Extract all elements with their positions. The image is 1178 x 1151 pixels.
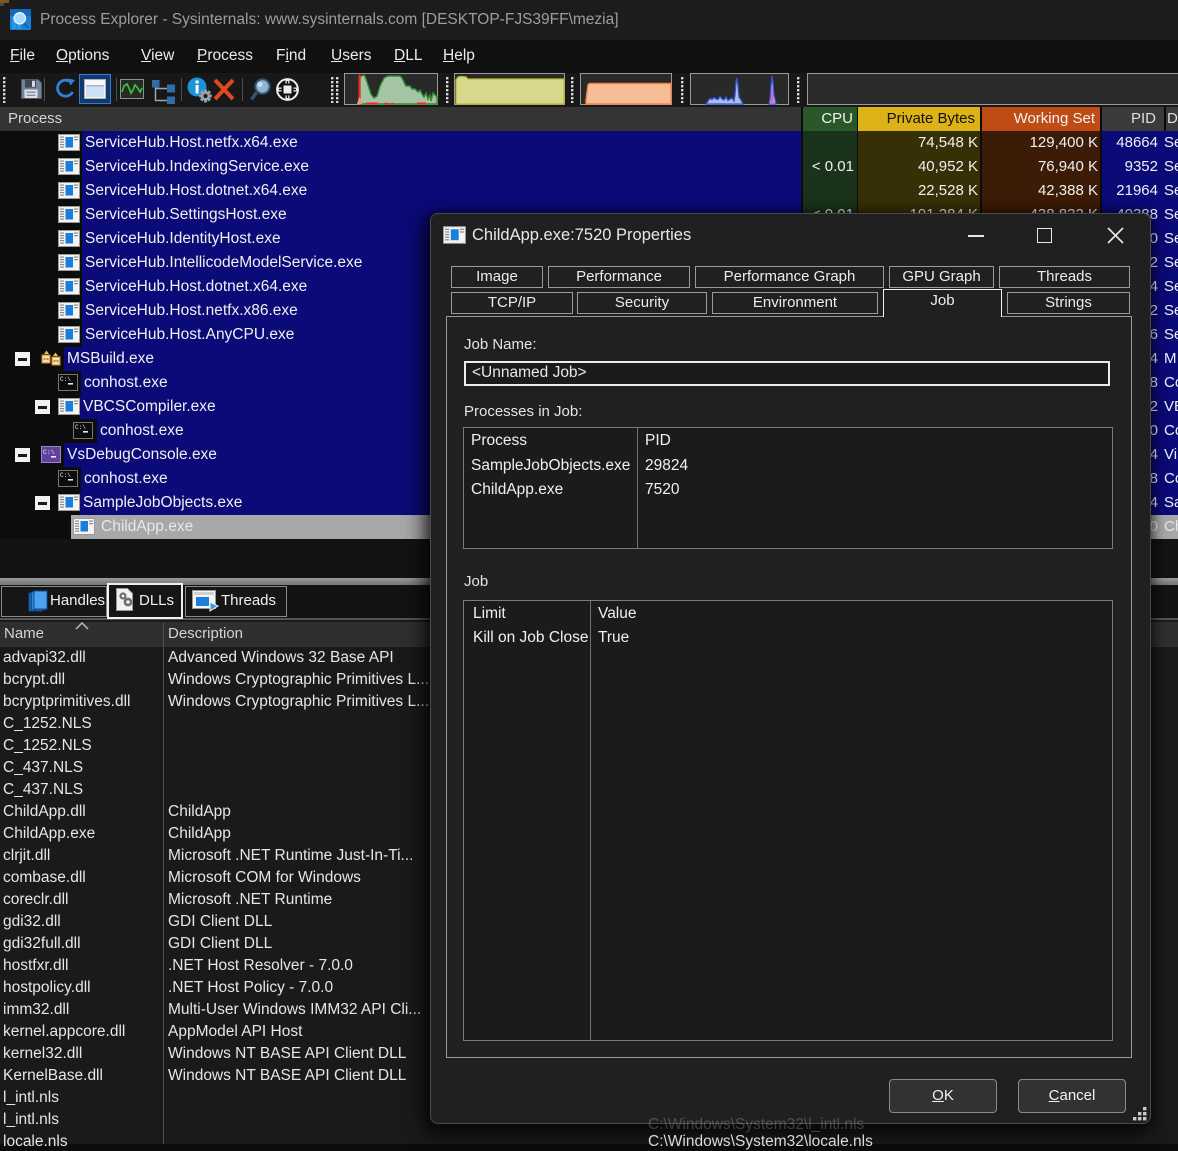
svg-text:C:\: C:\ bbox=[60, 472, 71, 479]
svg-text:C:\: C:\ bbox=[43, 449, 55, 456]
svg-text:C:\: C:\ bbox=[75, 424, 86, 431]
svg-text:C:\: C:\ bbox=[60, 376, 71, 383]
